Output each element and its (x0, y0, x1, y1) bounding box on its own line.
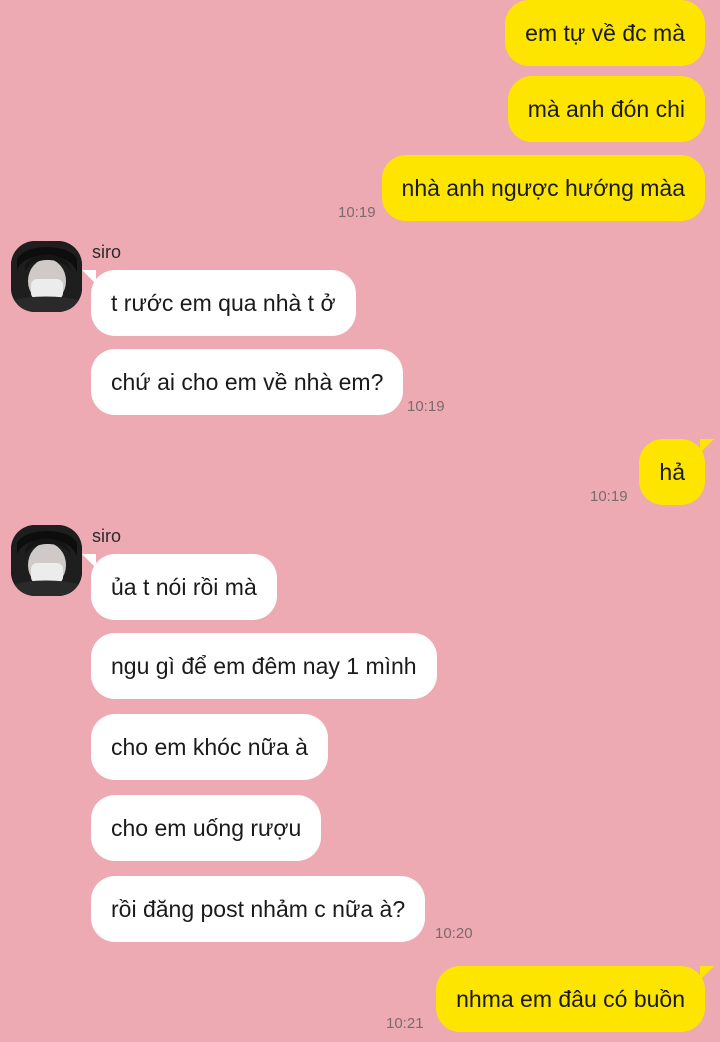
message-timestamp: 10:19 (590, 488, 628, 505)
incoming-message-bubble[interactable]: cho em khóc nữa à (91, 714, 328, 780)
incoming-message-bubble[interactable]: cho em uống rượu (91, 795, 322, 861)
avatar-photo-icon[interactable] (11, 525, 82, 596)
outgoing-message-bubble[interactable]: nhà anh ngược hướng màa (381, 155, 705, 221)
message-timestamp: 10:19 (407, 398, 445, 415)
message-text: rồi đăng post nhảm c nữa à? (111, 895, 406, 922)
incoming-message-bubble[interactable]: ngu gì để em đêm nay 1 mình (91, 633, 437, 699)
message-text: chứ ai cho em về nhà em? (111, 368, 384, 395)
message-text: em tự về đc mà (525, 19, 685, 46)
message-text: mà anh đón chi (527, 95, 685, 122)
outgoing-message-bubble[interactable]: em tự về đc mà (505, 0, 705, 66)
avatar-photo-icon[interactable] (11, 241, 82, 312)
message-text: nhà anh ngược hướng màa (401, 174, 685, 201)
message-text: ủa t nói rồi mà (111, 573, 257, 600)
message-timestamp: 10:19 (338, 204, 376, 221)
message-text: cho em khóc nữa à (111, 733, 308, 760)
message-text: nhma em đâu có buồn (456, 985, 685, 1012)
sender-name: siro (92, 526, 122, 546)
outgoing-message-bubble[interactable]: mà anh đón chi (507, 76, 705, 142)
message-text: t rước em qua nhà t ở (111, 289, 336, 316)
message-timestamp: 10:21 (386, 1015, 424, 1032)
message-text: cho em uống rượu (111, 814, 302, 841)
message-text: ngu gì để em đêm nay 1 mình (111, 652, 417, 679)
incoming-message-bubble[interactable]: chứ ai cho em về nhà em? (91, 349, 404, 415)
chat-message-list[interactable]: em tự về đc mà mà anh đón chi nhà anh ng… (0, 0, 720, 1042)
message-timestamp: 10:20 (435, 925, 473, 942)
incoming-message-bubble[interactable]: t rước em qua nhà t ở (82, 270, 356, 336)
message-text: hả (659, 458, 685, 485)
incoming-message-bubble[interactable]: rồi đăng post nhảm c nữa à? (91, 876, 426, 942)
outgoing-message-bubble[interactable]: hả (639, 439, 714, 505)
incoming-message-bubble[interactable]: ủa t nói rồi mà (82, 554, 277, 620)
outgoing-message-bubble[interactable]: nhma em đâu có buồn (436, 966, 714, 1032)
sender-name: siro (92, 242, 122, 262)
